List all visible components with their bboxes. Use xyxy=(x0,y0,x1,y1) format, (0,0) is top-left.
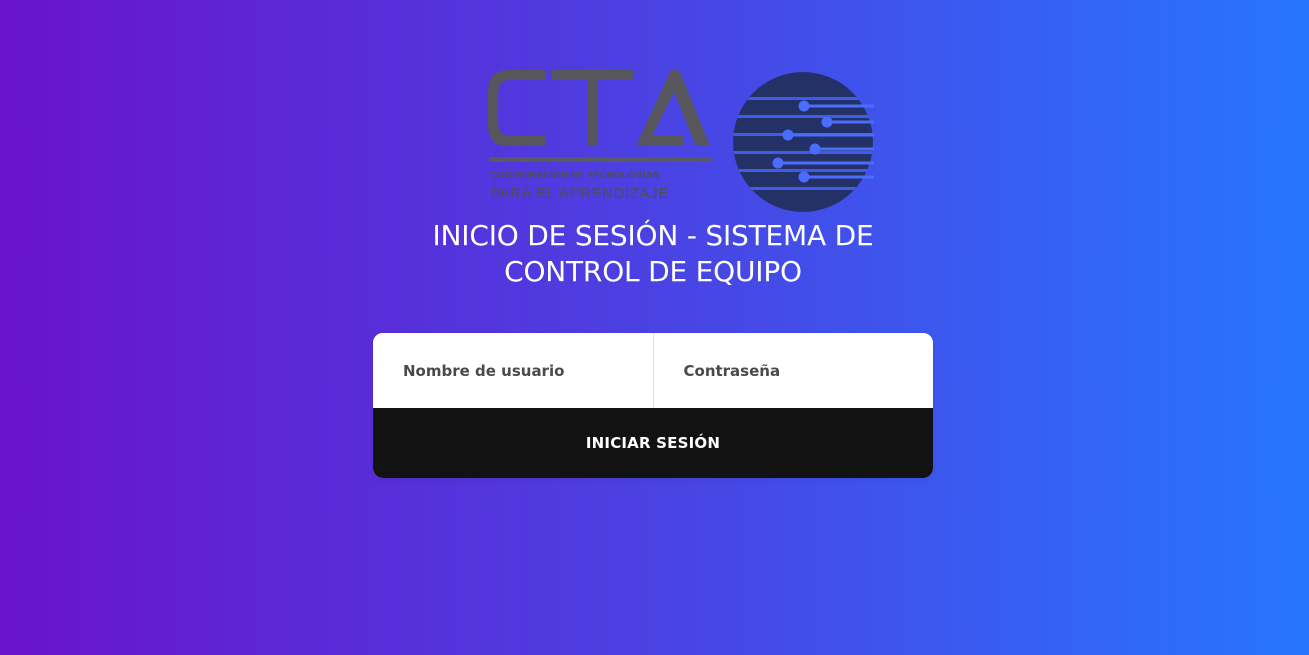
logo-subtitle-line1: COORDINACIÓN DE TECNOLOGÍAS xyxy=(490,170,660,181)
login-fields xyxy=(373,333,933,408)
login-button[interactable]: INICIAR SESIÓN xyxy=(373,408,933,478)
cta-logo: COORDINACIÓN DE TECNOLOGÍAS PARA EL APRE… xyxy=(488,70,878,214)
page-title: INICIO DE SESIÓN - SISTEMA DE CONTROL DE… xyxy=(432,219,874,288)
login-form: INICIAR SESIÓN xyxy=(373,333,933,478)
circuit-globe-icon xyxy=(733,72,874,212)
logo-divider xyxy=(489,157,711,162)
logo-subtitle-line2: PARA EL APRENDIZAJE xyxy=(490,185,669,202)
password-input[interactable] xyxy=(652,333,933,408)
username-input[interactable] xyxy=(373,333,653,408)
cta-letters-logo xyxy=(488,70,710,146)
